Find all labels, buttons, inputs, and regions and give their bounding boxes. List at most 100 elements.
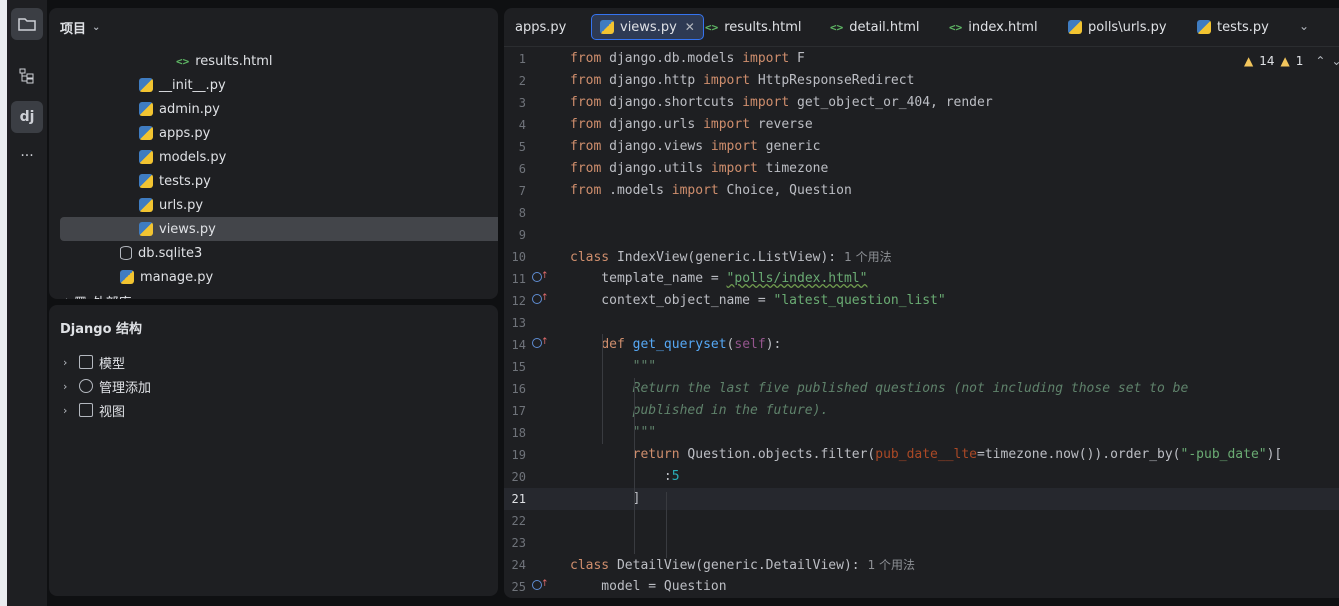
tab-label: apps.py <box>515 19 567 35</box>
code-text: from django.urls import reverse <box>570 114 813 136</box>
code-token: )[ <box>1266 447 1283 462</box>
code-token: reverse <box>750 117 813 132</box>
line-number: 8 <box>518 206 526 220</box>
code-line: 10 class IndexView(generic.ListView): 1 个用… <box>504 246 1339 268</box>
code-text: from .models import Choice, Question <box>570 180 852 202</box>
tree-item-db-sqlite3[interactable]: db.sqlite3 <box>49 241 498 265</box>
code-token: published in the future). <box>570 403 829 418</box>
code-text: class DetailView(generic.DetailView): 1 个… <box>570 554 915 577</box>
code-token: Choice, Question <box>718 183 852 198</box>
code-text: """ <box>570 356 656 378</box>
background-window-edge <box>0 0 7 606</box>
project-panel-header[interactable]: 项目 ⌄ <box>60 18 100 37</box>
override-gutter-icon[interactable] <box>532 331 549 353</box>
chevron-right-icon[interactable]: › <box>65 294 70 300</box>
folder-icon[interactable] <box>11 8 43 40</box>
structure-item-views[interactable]: › 视图 <box>63 399 125 421</box>
tab-index-html[interactable]: <> index.html <box>941 14 1046 40</box>
code-line: 21 ] <box>504 488 1339 510</box>
tree-item-views-py[interactable]: views.py <box>60 217 498 241</box>
code-token: "latest_question_list" <box>773 293 946 308</box>
code-line: 16 Return the last five published questi… <box>504 378 1339 400</box>
line-number: 15 <box>511 360 526 374</box>
image-icon <box>79 403 93 417</box>
structure-item-models[interactable]: › 模型 <box>63 351 125 373</box>
code-token: ): <box>765 337 782 352</box>
override-gutter-icon[interactable] <box>532 287 549 309</box>
gear-icon <box>79 379 93 393</box>
code-token: get_object_or_404, render <box>789 95 993 110</box>
code-line: 6 from django.utils import timezone <box>504 158 1339 180</box>
python-file-icon <box>139 222 153 236</box>
code-token: Question.objects.filter( <box>679 447 876 462</box>
code-text: Return the last five published questions… <box>570 378 1189 400</box>
code-line: 13 <box>504 312 1339 334</box>
code-line: 8 <box>504 202 1339 224</box>
indent-guide <box>602 334 603 444</box>
tree-item-models-py[interactable]: models.py <box>49 145 498 169</box>
tab-apps-py[interactable]: apps.py <box>507 14 574 40</box>
line-number: 17 <box>511 404 526 418</box>
django-structure-panel: Django 结构 › 模型 › 管理添加 › 视图 <box>49 305 498 596</box>
tree-item-admin-py[interactable]: admin.py <box>49 97 498 121</box>
usages-hint[interactable]: 1 个用法 <box>868 558 915 572</box>
chevron-right-icon[interactable]: › <box>63 380 73 393</box>
override-gutter-icon[interactable] <box>532 265 549 287</box>
code-text: template_name = "polls/index.html" <box>570 268 867 290</box>
tab-results-html[interactable]: <> results.html <box>697 14 810 40</box>
code-line: 2 from django.http import HttpResponseRed… <box>504 70 1339 92</box>
structure-item-admin[interactable]: › 管理添加 <box>63 375 151 397</box>
chevron-down-icon[interactable]: ⌄ <box>1299 19 1309 33</box>
chevron-right-icon[interactable]: › <box>63 404 73 417</box>
close-icon[interactable]: ✕ <box>685 20 695 34</box>
code-token: import <box>671 183 719 198</box>
line-number: 5 <box>518 140 526 154</box>
line-number: 22 <box>511 514 526 528</box>
code-token: HttpResponseRedirect <box>750 73 915 88</box>
chevron-down-icon[interactable]: ⌄ <box>92 22 100 33</box>
tab-polls-urls-py[interactable]: polls\urls.py <box>1060 14 1175 40</box>
override-gutter-icon[interactable] <box>532 573 549 595</box>
tab-detail-html[interactable]: <> detail.html <box>822 14 928 40</box>
project-title: 项目 <box>60 22 87 37</box>
code-text: from django.views import generic <box>570 136 820 158</box>
chevron-right-icon[interactable]: › <box>63 356 73 369</box>
code-token: ] <box>570 491 641 506</box>
tree-item-apps-py[interactable]: apps.py <box>49 121 498 145</box>
tree-item----[interactable]: › ▥ 外部库 <box>49 289 498 300</box>
tree-item-results-html[interactable]: <> results.html <box>49 49 498 73</box>
code-line: 24 class DetailView(generic.DetailView): 1… <box>504 554 1339 576</box>
more-icon[interactable]: ··· <box>11 140 43 172</box>
tree-item-urls-py[interactable]: urls.py <box>49 193 498 217</box>
code-text: from django.http import HttpResponseRedi… <box>570 70 914 92</box>
code-text: from django.db.models import F <box>570 48 805 70</box>
code-token: template_name = <box>570 271 727 286</box>
code-text: context_object_name = "latest_question_l… <box>570 290 946 312</box>
tab-tests-py[interactable]: tests.py <box>1189 14 1277 40</box>
code-token: django.db.models <box>601 51 743 66</box>
line-number: 1 <box>518 52 526 66</box>
line-number: 25 <box>511 580 526 594</box>
code-line: 14 def get_queryset(self): <box>504 331 1339 356</box>
line-number: 10 <box>511 250 526 264</box>
structure-icon[interactable] <box>11 60 43 92</box>
line-number: 7 <box>518 184 526 198</box>
python-file-icon <box>139 198 153 212</box>
code-token: timezone <box>757 161 829 176</box>
python-file-icon <box>139 174 153 188</box>
usages-hint[interactable]: 1 个用法 <box>844 250 891 264</box>
code-line: 11 template_name = "polls/index.html" <box>504 265 1339 290</box>
tree-item---init---py[interactable]: __init__.py <box>49 73 498 97</box>
html-file-icon: <> <box>176 54 190 68</box>
tab-views-py[interactable]: views.py ✕ <box>591 14 704 40</box>
line-number: 11 <box>511 272 526 286</box>
django-icon[interactable]: dj <box>11 101 43 133</box>
code-text: :5 <box>570 466 680 488</box>
line-number: 23 <box>511 536 526 550</box>
tree-item-label: views.py <box>159 221 216 237</box>
tree-item-manage-py[interactable]: manage.py <box>49 265 498 289</box>
code-line: 4 from django.urls import reverse <box>504 114 1339 136</box>
tree-item-tests-py[interactable]: tests.py <box>49 169 498 193</box>
code-token: IndexView(generic.ListView): <box>609 250 837 265</box>
